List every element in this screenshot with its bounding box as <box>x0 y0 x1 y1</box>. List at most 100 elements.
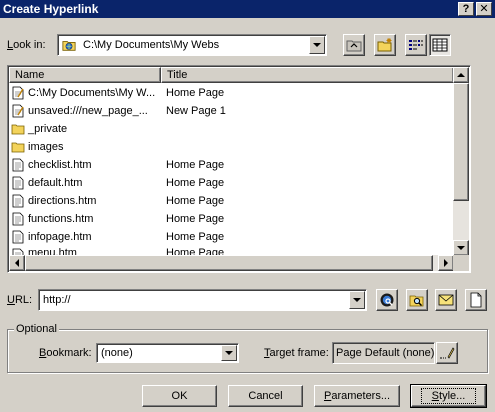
horizontal-scroll-thumb[interactable] <box>25 255 433 271</box>
ok-button[interactable]: OK <box>142 385 217 407</box>
help-icon: ? <box>462 2 470 15</box>
details-view-icon <box>432 38 448 52</box>
target-frame-value: Page Default (none) <box>336 347 435 359</box>
chevron-down-icon <box>225 351 233 355</box>
column-header-title[interactable]: Title <box>161 67 454 83</box>
file-name: default.htm <box>28 177 83 189</box>
document-icon <box>12 158 24 172</box>
create-hyperlink-dialog: Create Hyperlink ? ✕ Look in: C:\My Docu… <box>0 0 495 412</box>
file-name: _private <box>28 123 68 135</box>
ok-button-label: OK <box>171 390 188 402</box>
url-label: URL: <box>7 294 33 306</box>
file-name: C:\My Documents\My W... <box>28 87 156 99</box>
browse-web-button[interactable] <box>376 289 398 311</box>
parameters-button[interactable]: Parameters... <box>314 385 400 407</box>
file-title: Home Page <box>166 213 225 225</box>
bookmark-label: Bookmark: <box>39 347 92 359</box>
look-in-dropdown-arrow[interactable] <box>309 36 325 54</box>
list-item[interactable]: _private <box>11 120 461 138</box>
new-page-link-button[interactable] <box>465 289 487 311</box>
folder-icon <box>11 142 25 153</box>
file-browse-icon <box>409 295 424 307</box>
folder-up-icon <box>346 40 362 52</box>
file-title: New Page 1 <box>166 105 226 117</box>
list-item[interactable]: directions.htm Home Page <box>11 192 461 210</box>
close-button[interactable]: ✕ <box>476 2 492 16</box>
close-icon: ✕ <box>479 2 489 15</box>
target-frame-label: Target frame: <box>264 347 329 359</box>
bookmark-dropdown[interactable]: (none) <box>96 343 239 363</box>
arrow-right-icon <box>444 259 448 267</box>
bookmark-dropdown-arrow[interactable] <box>221 345 237 361</box>
html-page-icon <box>12 104 24 118</box>
document-icon <box>12 176 24 190</box>
file-name: checklist.htm <box>28 159 92 171</box>
scroll-down-button[interactable] <box>453 240 469 256</box>
up-one-level-button[interactable] <box>343 34 365 56</box>
file-title: Home Page <box>166 177 225 189</box>
help-button[interactable]: ? <box>458 2 474 16</box>
file-title: Home Page <box>166 231 225 243</box>
arrow-left-icon <box>15 259 19 267</box>
file-list[interactable]: Name Title C:\My Documents\My W... Home … <box>7 65 471 273</box>
details-view-button[interactable] <box>429 34 451 56</box>
cancel-button[interactable]: Cancel <box>228 385 303 407</box>
parameters-button-label: Parameters... <box>323 390 391 402</box>
target-frame-edit-button[interactable] <box>436 342 458 364</box>
scroll-up-button[interactable] <box>453 67 469 83</box>
list-item[interactable]: C:\My Documents\My W... Home Page <box>11 84 461 102</box>
style-button[interactable]: Style... <box>410 384 487 408</box>
target-frame-field: Page Default (none) <box>332 342 435 364</box>
file-title: Home Page <box>166 87 225 99</box>
url-dropdown-arrow[interactable] <box>349 291 365 309</box>
file-name: functions.htm <box>28 213 94 225</box>
document-icon <box>12 230 24 244</box>
list-item[interactable]: functions.htm Home Page <box>11 210 461 228</box>
cancel-button-label: Cancel <box>248 390 283 402</box>
arrow-down-icon <box>457 246 465 250</box>
list-view-icon <box>409 40 423 50</box>
optional-legend: Optional <box>14 323 59 335</box>
file-name: unsaved:///new_page_... <box>28 105 148 117</box>
url-value: http:// <box>43 294 71 306</box>
web-browse-icon <box>380 293 394 307</box>
list-item[interactable]: unsaved:///new_page_... New Page 1 <box>11 102 461 120</box>
file-title: Home Page <box>166 159 225 171</box>
horizontal-scrollbar[interactable] <box>9 255 454 271</box>
browse-file-button[interactable] <box>406 289 428 311</box>
document-icon <box>12 194 24 208</box>
new-page-icon <box>470 292 482 308</box>
chevron-down-icon <box>353 298 361 302</box>
scroll-left-button[interactable] <box>9 255 25 271</box>
file-name: images <box>28 141 64 153</box>
list-item[interactable]: infopage.htm Home Page <box>11 228 461 246</box>
chevron-down-icon <box>313 43 321 47</box>
url-input[interactable]: http:// <box>38 289 367 311</box>
web-folder-icon <box>62 41 76 51</box>
document-icon <box>12 212 24 226</box>
bookmark-value: (none) <box>101 347 133 359</box>
style-button-label: Style... <box>420 388 477 404</box>
scroll-right-button[interactable] <box>438 255 454 271</box>
look-in-value: C:\My Documents\My Webs <box>83 39 220 51</box>
html-page-icon <box>12 86 24 100</box>
list-item[interactable]: default.htm Home Page <box>11 174 461 192</box>
look-in-dropdown[interactable]: C:\My Documents\My Webs <box>57 34 327 56</box>
list-item[interactable]: checklist.htm Home Page <box>11 156 461 174</box>
create-new-folder-button[interactable] <box>374 34 396 56</box>
arrow-up-icon <box>457 73 465 77</box>
pencil-icon <box>440 347 455 359</box>
file-title: Home Page <box>166 195 225 207</box>
look-in-label: Look in: <box>7 39 46 51</box>
vertical-scroll-thumb[interactable] <box>453 83 469 201</box>
vertical-scrollbar[interactable] <box>453 67 469 256</box>
email-link-button[interactable] <box>435 289 457 311</box>
optional-group: Optional Bookmark: (none) Target frame: … <box>7 323 488 373</box>
title-bar[interactable]: Create Hyperlink ? ✕ <box>0 0 495 18</box>
column-header-name[interactable]: Name <box>9 67 161 83</box>
email-icon <box>438 294 454 306</box>
new-folder-icon <box>377 38 392 52</box>
list-item[interactable]: images <box>11 138 461 156</box>
list-view-button[interactable] <box>405 34 427 56</box>
file-name: directions.htm <box>28 195 97 207</box>
